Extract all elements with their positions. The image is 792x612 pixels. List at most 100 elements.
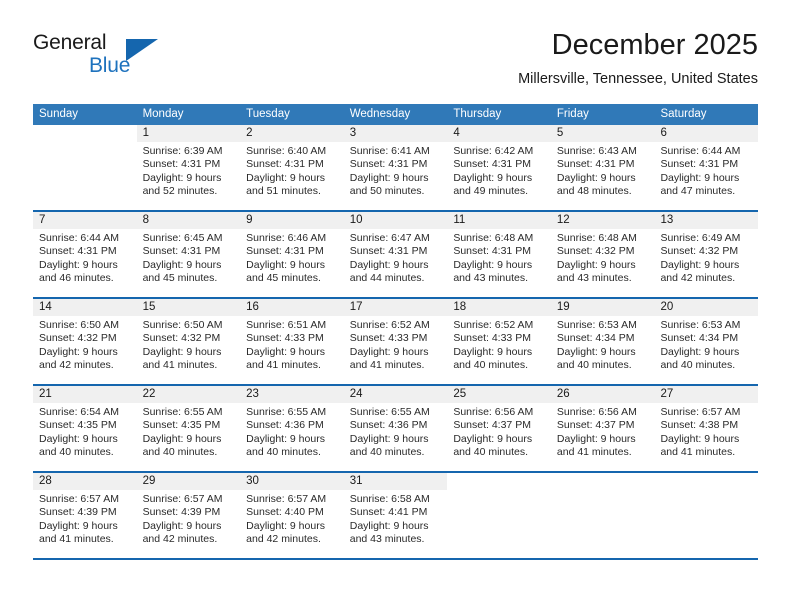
calendar-week-row: 7 8 9 10 11 12 13 Sunrise: 6:44 AM Sunset: 4:31 … — [33, 212, 758, 297]
daylight-text: Daylight: 9 hours and 42 minutes. — [39, 345, 118, 372]
day-number[interactable]: 15 — [137, 299, 241, 316]
day-number[interactable]: 8 — [137, 212, 241, 229]
day-cell[interactable]: Sunrise: 6:58 AM Sunset: 4:41 PM Daylight:… — [344, 490, 448, 558]
day-cell[interactable]: Sunrise: 6:54 AM Sunset: 4:35 PM Daylight:… — [33, 403, 137, 471]
sunset-text: Sunset: 4:31 PM — [246, 158, 324, 171]
day-cell[interactable]: Sunrise: 6:46 AM Sunset: 4:31 PM Daylight:… — [240, 229, 344, 297]
day-number[interactable]: 3 — [344, 125, 448, 142]
day-number[interactable]: 17 — [344, 299, 448, 316]
day-number[interactable]: 5 — [551, 125, 655, 142]
day-number[interactable]: 22 — [137, 386, 241, 403]
day-number[interactable]: 11 — [447, 212, 551, 229]
day-detail-row: Sunrise: 6:39 AM Sunset: 4:31 PM Daylight:… — [33, 142, 758, 210]
daylight-text: Daylight: 9 hours and 41 minutes. — [39, 519, 118, 546]
day-number[interactable]: 9 — [240, 212, 344, 229]
day-cell[interactable]: Sunrise: 6:50 AM Sunset: 4:32 PM Daylight:… — [33, 316, 137, 384]
day-cell[interactable]: Sunrise: 6:52 AM Sunset: 4:33 PM Daylight:… — [344, 316, 448, 384]
day-cell[interactable]: Sunrise: 6:57 AM Sunset: 4:38 PM Daylight:… — [654, 403, 758, 471]
day-cell[interactable]: Sunrise: 6:41 AM Sunset: 4:31 PM Daylight:… — [344, 142, 448, 210]
sunrise-text: Sunrise: 6:55 AM — [349, 406, 430, 418]
day-number[interactable]: 30 — [240, 473, 344, 490]
daylight-text: Daylight: 9 hours and 46 minutes. — [39, 258, 118, 285]
sunset-text: Sunset: 4:31 PM — [453, 158, 531, 171]
sunrise-text: Sunrise: 6:48 AM — [453, 232, 534, 244]
day-cell[interactable]: Sunrise: 6:48 AM Sunset: 4:32 PM Daylight:… — [551, 229, 655, 297]
day-cell[interactable]: Sunrise: 6:51 AM Sunset: 4:33 PM Daylight:… — [240, 316, 344, 384]
day-number[interactable]: 23 — [240, 386, 344, 403]
day-cell[interactable]: Sunrise: 6:56 AM Sunset: 4:37 PM Daylight:… — [551, 403, 655, 471]
day-detail-row: Sunrise: 6:54 AM Sunset: 4:35 PM Daylight:… — [33, 403, 758, 471]
day-cell[interactable]: Sunrise: 6:44 AM Sunset: 4:31 PM Daylight:… — [33, 229, 137, 297]
day-cell[interactable]: Sunrise: 6:57 AM Sunset: 4:39 PM Daylight:… — [33, 490, 137, 558]
day-cell[interactable]: Sunrise: 6:52 AM Sunset: 4:33 PM Daylight:… — [447, 316, 551, 384]
day-number[interactable]: 10 — [344, 212, 448, 229]
sunrise-text: Sunrise: 6:56 AM — [556, 406, 637, 418]
day-cell[interactable]: Sunrise: 6:57 AM Sunset: 4:39 PM Daylight:… — [137, 490, 241, 558]
sunset-text: Sunset: 4:31 PM — [556, 158, 635, 171]
day-cell-empty — [447, 490, 551, 558]
day-cell[interactable]: Sunrise: 6:39 AM Sunset: 4:31 PM Daylight:… — [137, 142, 241, 210]
day-number[interactable]: 20 — [654, 299, 758, 316]
day-cell[interactable]: Sunrise: 6:55 AM Sunset: 4:36 PM Daylight:… — [344, 403, 448, 471]
sunrise-text: Sunrise: 6:58 AM — [349, 493, 430, 505]
day-number[interactable]: 27 — [654, 386, 758, 403]
daylight-text: Daylight: 9 hours and 45 minutes. — [142, 258, 222, 285]
day-number[interactable]: 6 — [654, 125, 758, 142]
sunset-text: Sunset: 4:39 PM — [142, 506, 221, 519]
sunrise-text: Sunrise: 6:46 AM — [246, 232, 327, 244]
day-number[interactable]: 1 — [137, 125, 241, 142]
daylight-text: Daylight: 9 hours and 47 minutes. — [660, 171, 740, 198]
weekday-header-wednesday: Wednesday — [349, 108, 411, 120]
day-number[interactable]: 29 — [137, 473, 241, 490]
day-number[interactable]: 26 — [551, 386, 655, 403]
day-cell[interactable]: Sunrise: 6:56 AM Sunset: 4:37 PM Daylight:… — [447, 403, 551, 471]
daylight-text: Daylight: 9 hours and 43 minutes. — [556, 258, 636, 285]
day-number[interactable]: 24 — [344, 386, 448, 403]
day-cell[interactable]: Sunrise: 6:55 AM Sunset: 4:35 PM Daylight:… — [137, 403, 241, 471]
day-number[interactable]: 7 — [33, 212, 137, 229]
daylight-text: Daylight: 9 hours and 41 minutes. — [556, 432, 636, 459]
day-cell[interactable]: Sunrise: 6:42 AM Sunset: 4:31 PM Daylight:… — [447, 142, 551, 210]
day-number[interactable]: 18 — [447, 299, 551, 316]
sunrise-text: Sunrise: 6:43 AM — [556, 145, 637, 157]
day-cell[interactable]: Sunrise: 6:49 AM Sunset: 4:32 PM Daylight:… — [654, 229, 758, 297]
day-number[interactable]: 2 — [240, 125, 344, 142]
day-cell[interactable]: Sunrise: 6:50 AM Sunset: 4:32 PM Daylight:… — [137, 316, 241, 384]
day-number[interactable]: 25 — [447, 386, 551, 403]
week-separator — [33, 558, 758, 560]
day-number[interactable]: 4 — [447, 125, 551, 142]
sunset-text: Sunset: 4:34 PM — [660, 332, 739, 345]
daylight-text: Daylight: 9 hours and 52 minutes. — [142, 171, 222, 198]
day-number[interactable]: 19 — [551, 299, 655, 316]
day-cell[interactable]: Sunrise: 6:45 AM Sunset: 4:31 PM Daylight:… — [137, 229, 241, 297]
title-block: December 2025 Millersville, Tennessee, U… — [518, 28, 758, 89]
sunset-text: Sunset: 4:39 PM — [39, 506, 117, 519]
sunset-text: Sunset: 4:34 PM — [556, 332, 635, 345]
sunset-text: Sunset: 4:33 PM — [246, 332, 324, 345]
day-cell[interactable]: Sunrise: 6:44 AM Sunset: 4:31 PM Daylight:… — [654, 142, 758, 210]
day-cell[interactable]: Sunrise: 6:47 AM Sunset: 4:31 PM Daylight:… — [344, 229, 448, 297]
day-number[interactable]: 16 — [240, 299, 344, 316]
day-number[interactable]: 13 — [654, 212, 758, 229]
daylight-text: Daylight: 9 hours and 41 minutes. — [246, 345, 325, 372]
day-cell[interactable]: Sunrise: 6:48 AM Sunset: 4:31 PM Daylight:… — [447, 229, 551, 297]
calendar-week-row: 14 15 16 17 18 19 20 Sunrise: 6:50 AM Sunset: 4:… — [33, 299, 758, 384]
daylight-text: Daylight: 9 hours and 40 minutes. — [453, 432, 533, 459]
day-number-empty — [447, 473, 551, 490]
day-number-band: 7 8 9 10 11 12 13 — [33, 212, 758, 229]
day-cell[interactable]: Sunrise: 6:53 AM Sunset: 4:34 PM Daylight:… — [654, 316, 758, 384]
day-number[interactable]: 12 — [551, 212, 655, 229]
daylight-text: Daylight: 9 hours and 42 minutes. — [660, 258, 740, 285]
day-cell[interactable]: Sunrise: 6:55 AM Sunset: 4:36 PM Daylight:… — [240, 403, 344, 471]
day-number[interactable]: 28 — [33, 473, 137, 490]
day-cell[interactable]: Sunrise: 6:43 AM Sunset: 4:31 PM Daylight:… — [551, 142, 655, 210]
day-number[interactable]: 21 — [33, 386, 137, 403]
day-number[interactable]: 14 — [33, 299, 137, 316]
day-cell[interactable]: Sunrise: 6:40 AM Sunset: 4:31 PM Daylight:… — [240, 142, 344, 210]
day-cell[interactable]: Sunrise: 6:53 AM Sunset: 4:34 PM Daylight:… — [551, 316, 655, 384]
day-number[interactable]: 31 — [344, 473, 448, 490]
calendar-body: 1 2 3 4 5 6 Sunrise: 6:39 AM Sunset: 4:31 PM Day… — [33, 125, 759, 560]
sunrise-text: Sunrise: 6:53 AM — [556, 319, 637, 331]
day-cell[interactable]: Sunrise: 6:57 AM Sunset: 4:40 PM Daylight:… — [240, 490, 344, 558]
sunrise-text: Sunrise: 6:53 AM — [660, 319, 741, 331]
